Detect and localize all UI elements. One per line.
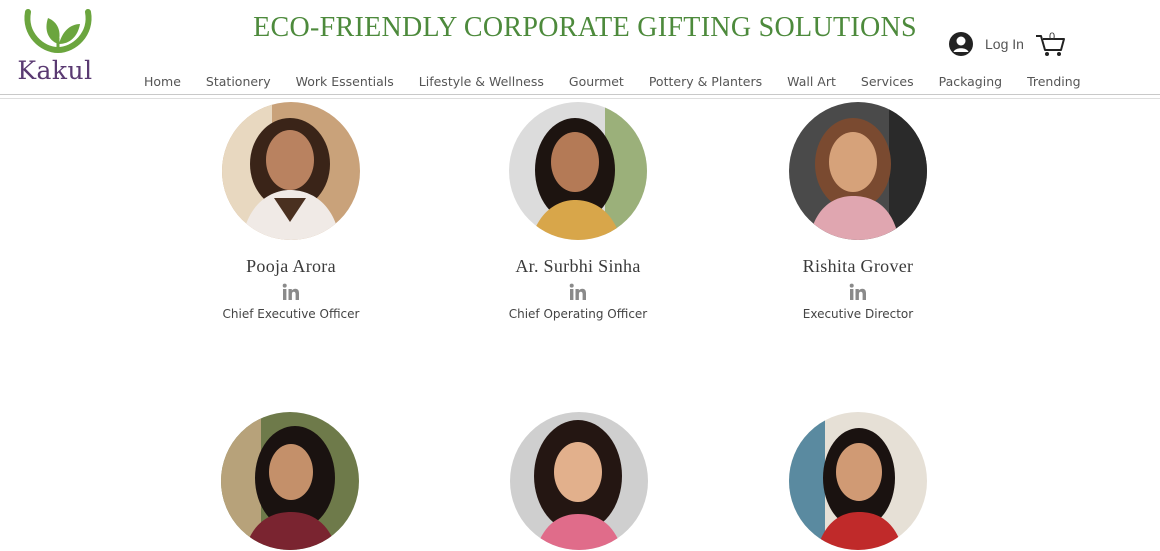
member-photo [222, 102, 360, 240]
team-member-card [459, 412, 699, 550]
linkedin-icon[interactable] [849, 283, 867, 301]
linkedin-icon[interactable] [282, 283, 300, 301]
member-name: Ar. Surbhi Sinha [515, 256, 641, 276]
team-member-card [170, 412, 410, 550]
site-title: ECO-FRIENDLY CORPORATE GIFTING SOLUTIONS [253, 12, 917, 43]
leaf-logo-icon [24, 9, 92, 54]
login-label: Log In [985, 36, 1024, 52]
nav-item-wall-art[interactable]: Wall Art [787, 74, 836, 89]
linkedin-icon[interactable] [569, 283, 587, 301]
nav-item-services[interactable]: Services [861, 74, 914, 89]
nav-item-packaging[interactable]: Packaging [939, 74, 1002, 89]
member-role: Chief Executive Officer [222, 307, 360, 321]
nav-item-lifestyle-wellness[interactable]: Lifestyle & Wellness [419, 74, 544, 89]
team-member-card: Ar. Surbhi Sinha Chief Operating Officer [458, 102, 698, 321]
nav-item-pottery-planters[interactable]: Pottery & Planters [649, 74, 762, 89]
site-logo[interactable]: Kakul [12, 4, 98, 85]
member-name: Pooja Arora [246, 256, 336, 276]
member-photo [510, 412, 648, 550]
cart-count: 0 [1048, 31, 1056, 43]
header-divider [0, 94, 1160, 99]
member-photo [509, 102, 647, 240]
member-role: Chief Operating Officer [508, 307, 648, 321]
nav-item-stationery[interactable]: Stationery [206, 74, 271, 89]
team-member-card: Pooja Arora Chief Executive Officer [171, 102, 411, 321]
team-member-card: Rishita Grover Executive Director [738, 102, 978, 321]
user-avatar-icon [949, 32, 973, 56]
member-role: Executive Director [802, 307, 914, 321]
main-nav: Home Stationery Work Essentials Lifestyl… [144, 74, 1106, 89]
logo-text: Kakul [17, 56, 93, 85]
member-photo [221, 412, 359, 550]
member-name: Rishita Grover [802, 256, 914, 276]
member-photo [789, 102, 927, 240]
nav-item-trending[interactable]: Trending [1027, 74, 1081, 89]
nav-item-gourmet[interactable]: Gourmet [569, 74, 624, 89]
login-button[interactable]: Log In [948, 30, 1024, 58]
nav-item-work-essentials[interactable]: Work Essentials [296, 74, 394, 89]
member-photo [789, 412, 927, 550]
nav-item-home[interactable]: Home [144, 74, 181, 89]
team-member-card [738, 412, 978, 550]
